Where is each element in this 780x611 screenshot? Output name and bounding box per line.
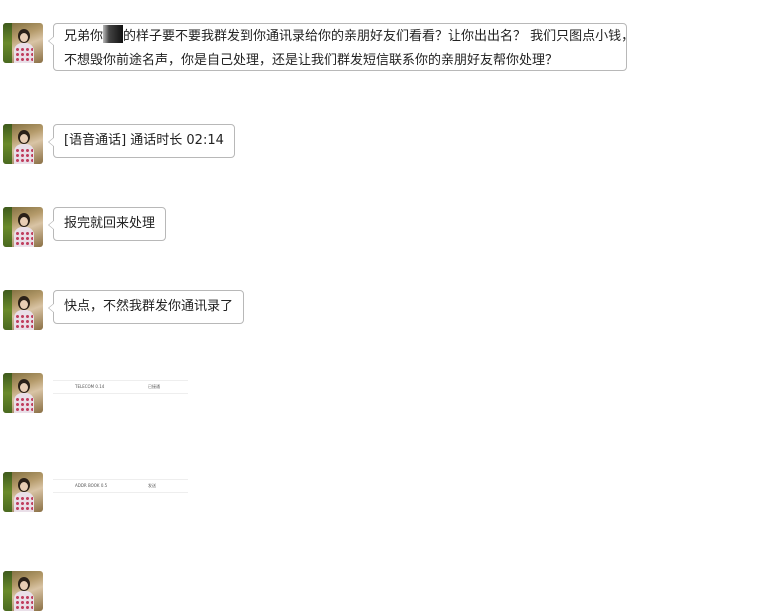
message-line: 不想毁你前途名声，你是自己处理，还是让我们群发短信联系你的亲朋好友帮你处理？	[64, 53, 559, 68]
message-text: 快点，不然我群发你通讯录了	[64, 299, 234, 314]
thumbnail-text: 发送	[148, 483, 156, 488]
message-bubble[interactable]: 兄弟你 的样子要不要我群发到你通讯录给你的亲朋好友们看看？让你出出名？ 我们只图点…	[48, 23, 634, 71]
thumbnail-text: ADDR BOOK 0.5	[75, 483, 108, 488]
contact-avatar[interactable]	[3, 23, 43, 63]
message-text: 报完就回来处理	[64, 216, 156, 231]
voice-call-bubble[interactable]: [语音通话] 通话时长 02:14	[48, 124, 235, 158]
thumbnail-text: 已接通	[148, 384, 160, 389]
redacted-block	[103, 25, 124, 43]
image-thumbnail[interactable]: ADDR BOOK 0.5 发送	[53, 479, 188, 493]
message-text: [语音通话] 通话时长 02:14	[64, 133, 224, 148]
message-bubble[interactable]: 快点，不然我群发你通讯录了	[47, 290, 245, 324]
thumbnail-text: TELECOM 0.14	[75, 384, 105, 389]
contact-avatar[interactable]	[3, 207, 43, 247]
contact-avatar[interactable]	[3, 472, 43, 512]
contact-avatar[interactable]	[3, 290, 43, 330]
contact-avatar[interactable]	[3, 571, 43, 611]
message-text: 的样子要不要我群发到你通讯录给你的亲朋好友们看看？让你出出名？ 我们只图点小钱，	[123, 29, 635, 44]
message-bubble[interactable]: 报完就回来处理	[47, 207, 167, 241]
contact-avatar[interactable]	[3, 373, 43, 413]
contact-avatar[interactable]	[3, 124, 43, 164]
message-line: 兄弟你 的样子要不要我群发到你通讯录给你的亲朋好友们看看？让你出出名？ 我们只图点…	[64, 25, 634, 49]
image-thumbnail[interactable]: TELECOM 0.14 已接通	[53, 380, 188, 394]
message-text: 兄弟你	[64, 29, 104, 44]
